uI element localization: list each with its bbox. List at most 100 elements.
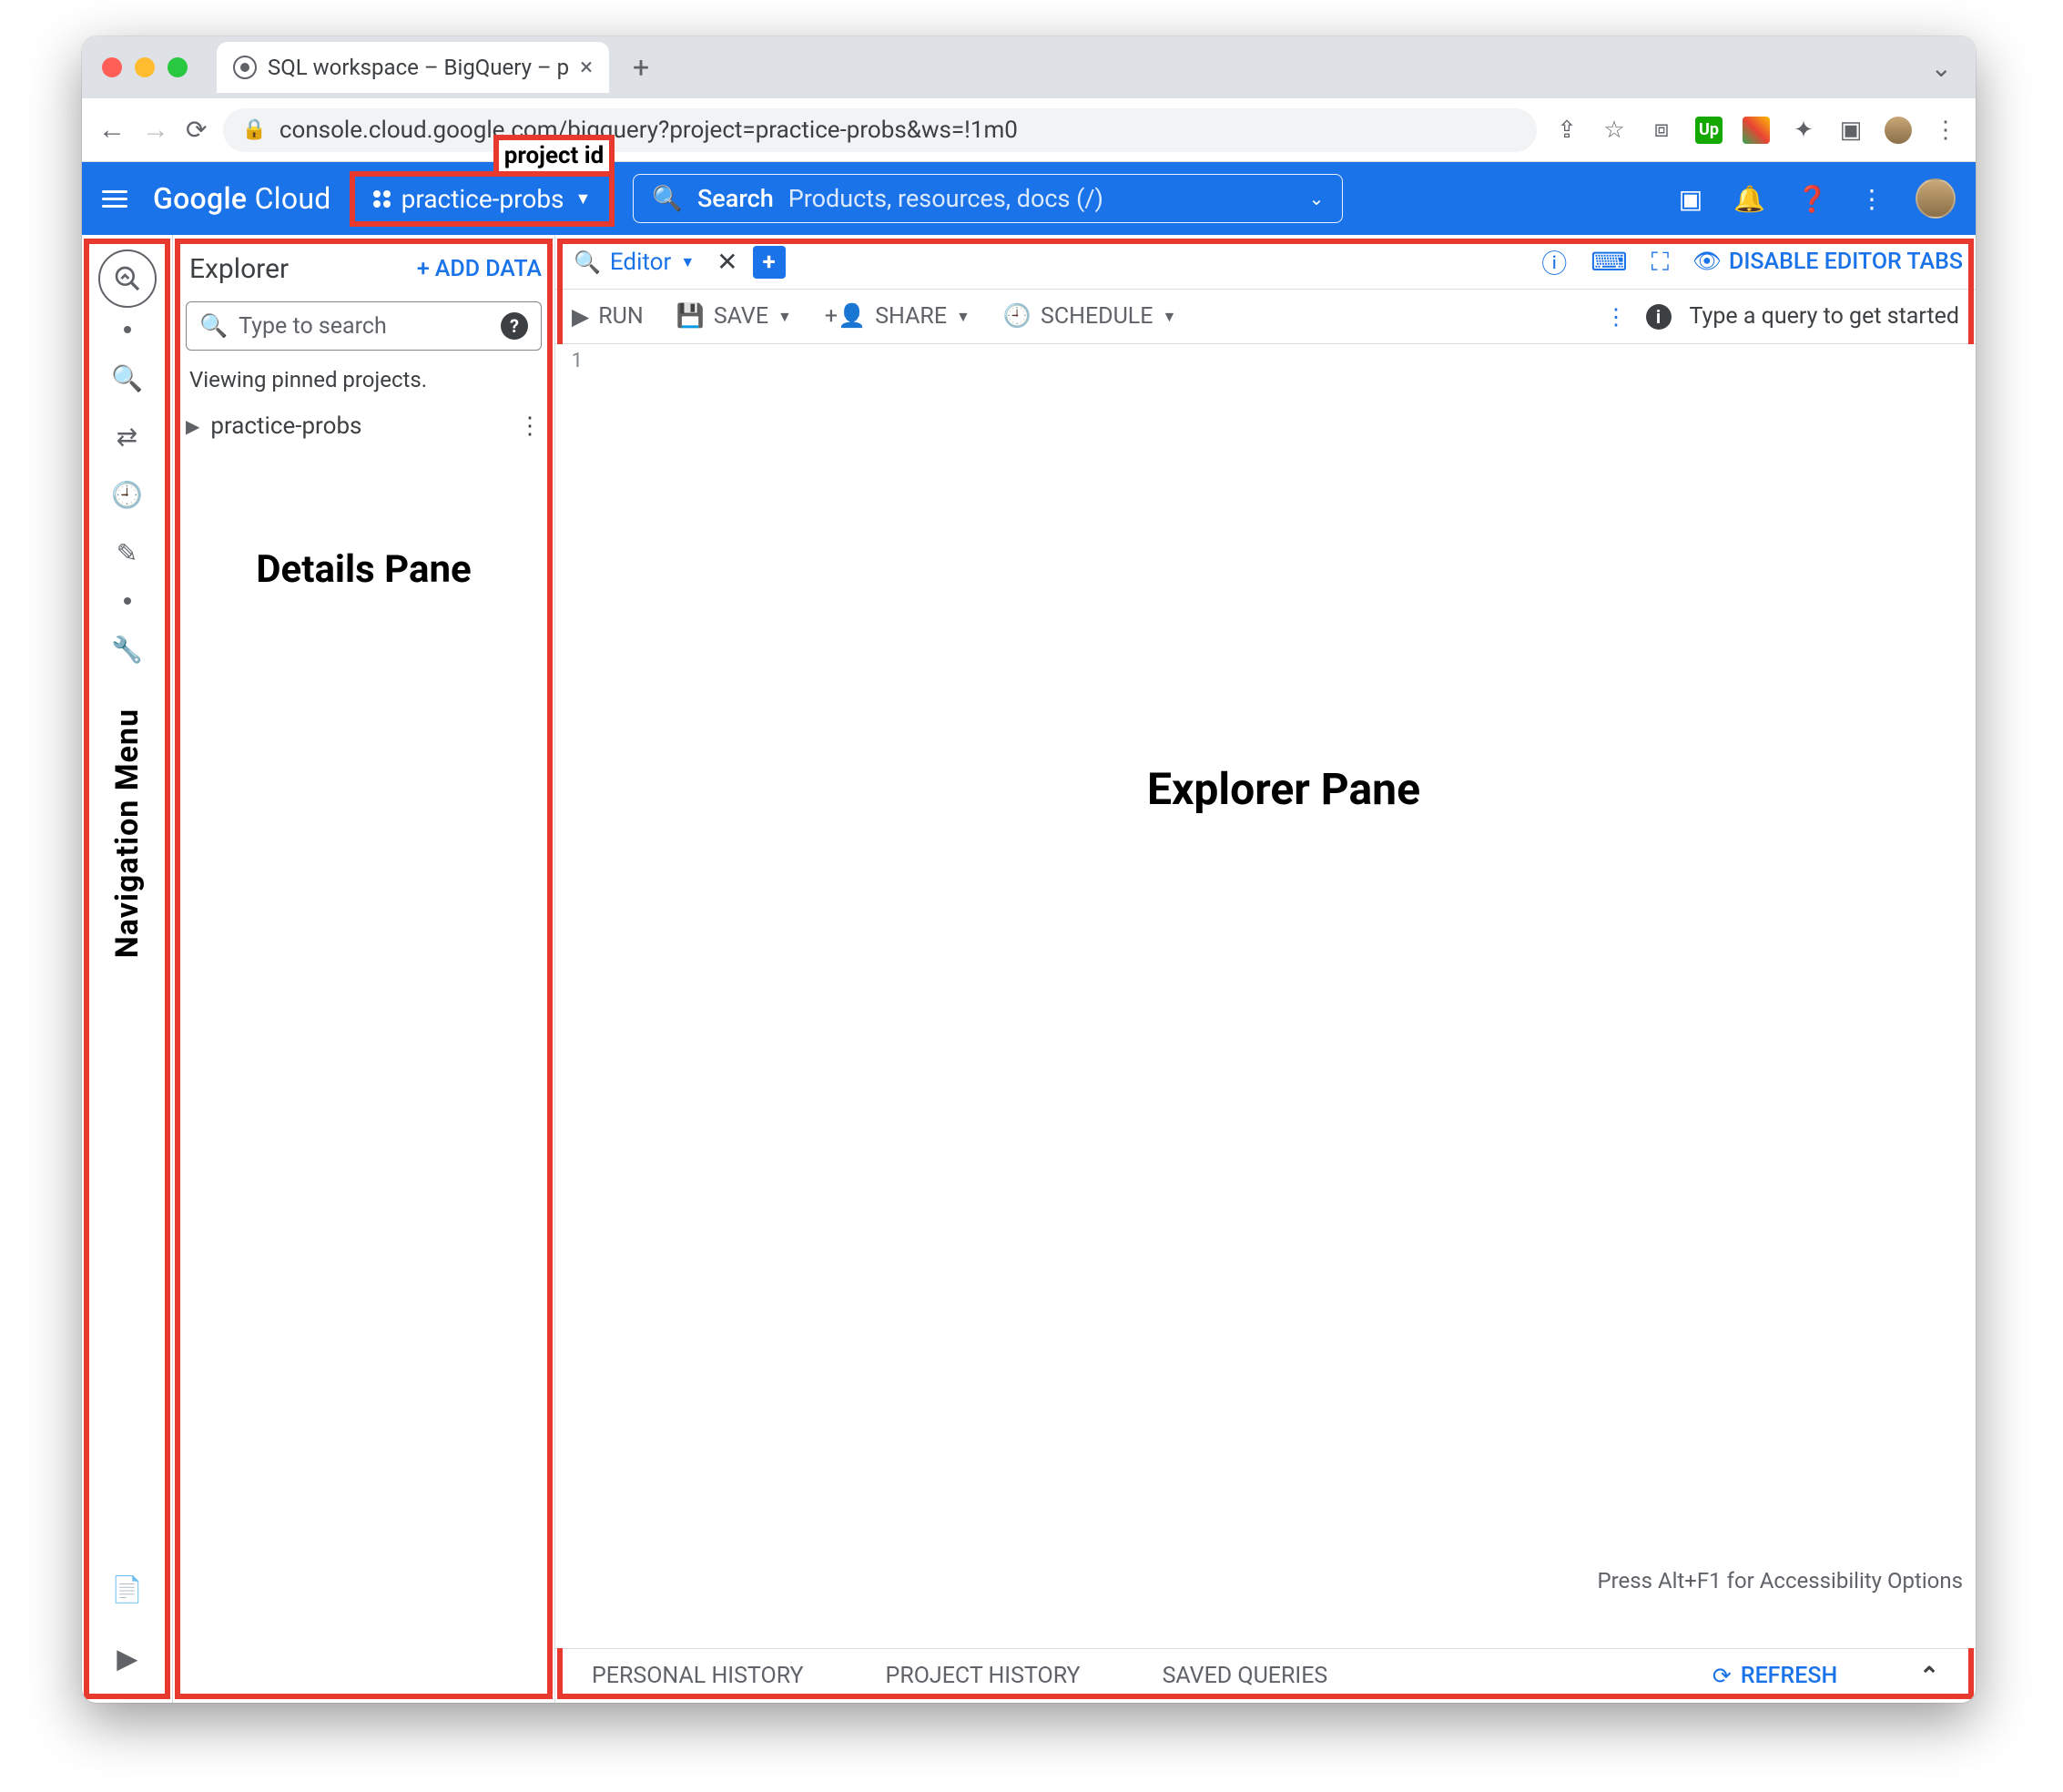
project-history-tab[interactable]: PROJECT HISTORY — [886, 1663, 1081, 1689]
explorer-panel: Explorer + ADD DATA 🔍 Type to search ? V… — [173, 235, 555, 1703]
editor-tab-label: Editor — [610, 249, 671, 276]
tab-strip: SQL workspace – BigQuery – p × + ⌄ — [82, 36, 1976, 98]
maximize-window-icon[interactable] — [168, 57, 188, 77]
save-button[interactable]: 💾 SAVE ▼ — [676, 303, 792, 330]
line-number: 1 — [555, 350, 583, 372]
keyboard-icon[interactable]: ⌨ — [1590, 247, 1627, 277]
nav-analytics-hub[interactable]: ✎ — [101, 526, 154, 579]
fullscreen-icon[interactable]: ⛶ — [1651, 247, 1670, 278]
run-button[interactable]: ▶ RUN — [572, 303, 644, 331]
project-selector[interactable]: project id practice-probs ▼ — [357, 177, 608, 221]
accessibility-hint: Press Alt+F1 for Accessibility Options — [1597, 1568, 1963, 1593]
new-tab-button[interactable]: + — [620, 50, 662, 85]
share-icon[interactable]: ⇪ — [1553, 117, 1580, 144]
help-icon[interactable]: ❓ — [1796, 184, 1828, 214]
cloud-header: Google Cloud project id practice-probs ▼… — [82, 162, 1976, 235]
more-icon[interactable]: ⋮ — [1605, 303, 1628, 331]
nav-data-transfers[interactable]: ⇄ — [101, 410, 154, 463]
reload-button[interactable]: ⟳ — [186, 115, 207, 145]
nav-sql-workspace[interactable]: 🔍 — [101, 351, 154, 404]
search-icon: 🔍 — [199, 313, 228, 340]
account-avatar[interactable] — [1916, 178, 1956, 219]
row-menu-icon[interactable]: ⋮ — [518, 412, 542, 440]
new-tab-button[interactable]: + — [753, 246, 786, 279]
query-info-icon[interactable]: ⓘ — [1541, 244, 1567, 280]
explorer-viewing-note: Viewing pinned projects. — [173, 361, 554, 405]
tab-title: SQL workspace – BigQuery – p — [268, 55, 569, 80]
search-dropdown-icon: ⌄ — [1309, 188, 1325, 209]
explorer-highlight-box — [175, 239, 553, 1699]
explorer-title: Explorer — [189, 253, 289, 285]
play-icon: ▶ — [572, 303, 589, 331]
nav-rail: 🔍 ⇄ 🕘 ✎ 🔧 Navigation Menu 📄 ▶ — [82, 235, 173, 1703]
dropdown-icon: ▼ — [956, 308, 971, 326]
tab-dropdown-icon[interactable]: ▼ — [680, 253, 695, 271]
minimize-window-icon[interactable] — [135, 57, 155, 77]
nav-expand-icon[interactable]: ▶ — [101, 1632, 154, 1685]
nav-separator-dot-2 — [124, 597, 131, 605]
search-placeholder: Type to search — [239, 313, 490, 340]
bigquery-icon[interactable] — [98, 249, 157, 308]
search-help-icon[interactable]: ? — [501, 312, 528, 340]
cloud-search[interactable]: 🔍 Search Products, resources, docs (/) ⌄ — [633, 174, 1343, 223]
upwork-ext-icon[interactable]: Up — [1695, 117, 1723, 144]
bookmark-icon[interactable]: ☆ — [1601, 117, 1628, 144]
personal-history-tab[interactable]: PERSONAL HISTORY — [592, 1663, 804, 1689]
add-data-button[interactable]: + ADD DATA — [417, 256, 542, 282]
query-hint: Type a query to get started — [1690, 303, 1960, 330]
explorer-search[interactable]: 🔍 Type to search ? — [186, 301, 542, 351]
editor-panel: 🔍 Editor ▼ ✕ + ⓘ ⌨ ⛶ 👁 DISABLE EDITOR TA… — [555, 235, 1976, 1703]
window-controls — [102, 57, 188, 77]
editor-body: 1 Explorer Pane Press Alt+F1 for Accessi… — [555, 344, 1976, 1648]
profile-avatar[interactable] — [1885, 117, 1912, 144]
line-gutter: 1 — [555, 344, 592, 1648]
details-pane-annotation: Details Pane — [173, 547, 554, 592]
notifications-icon[interactable]: 🔔 — [1733, 184, 1765, 214]
nav-admin-icon[interactable]: 🔧 — [101, 623, 154, 676]
run-label: RUN — [598, 303, 643, 330]
ext-colored-icon[interactable] — [1743, 117, 1770, 144]
logo-word-google: Google — [153, 181, 247, 216]
add-data-label: ADD DATA — [435, 256, 542, 282]
tabs-overflow-icon[interactable]: ⌄ — [1931, 53, 1952, 83]
tab-close-icon[interactable]: ✕ — [716, 247, 737, 277]
browser-menu-icon[interactable]: ⋮ — [1932, 117, 1959, 144]
nav-release-notes[interactable]: 📄 — [101, 1563, 154, 1615]
project-icon — [373, 190, 391, 208]
search-label: Search — [697, 184, 774, 213]
forward-button: → — [142, 114, 169, 146]
hide-icon: 👁 — [1692, 249, 1722, 275]
more-menu-icon[interactable]: ⋮ — [1859, 184, 1885, 214]
browser-window: SQL workspace – BigQuery – p × + ⌄ ← → ⟳… — [82, 36, 1976, 1703]
expand-icon[interactable]: ▶ — [186, 415, 199, 437]
saved-queries-tab[interactable]: SAVED QUERIES — [1163, 1663, 1328, 1689]
editor-canvas[interactable]: Explorer Pane Press Alt+F1 for Accessibi… — [592, 344, 1976, 1648]
schedule-button[interactable]: 🕘 SCHEDULE ▼ — [1003, 303, 1176, 330]
plus-icon: + — [417, 256, 430, 282]
share-button[interactable]: +👤 SHARE ▼ — [825, 303, 971, 330]
refresh-button[interactable]: ⟳ REFRESH — [1712, 1663, 1837, 1690]
panel-icon[interactable]: ▣ — [1837, 117, 1865, 144]
disable-editor-tabs-button[interactable]: 👁 DISABLE EDITOR TABS — [1692, 249, 1963, 275]
back-button[interactable]: ← — [98, 114, 126, 146]
nav-menu-button[interactable] — [102, 190, 127, 208]
dropbox-ext-icon[interactable]: ⧈ — [1648, 117, 1675, 144]
refresh-label: REFRESH — [1741, 1663, 1837, 1689]
dropdown-icon: ▼ — [575, 189, 592, 209]
nav-separator-dot — [124, 326, 131, 333]
editor-tab[interactable]: 🔍 Editor ▼ — [568, 249, 700, 276]
search-icon: 🔍 — [652, 184, 683, 213]
browser-actions: ⇪ ☆ ⧈ Up ✦ ▣ ⋮ — [1553, 117, 1959, 144]
browser-tab[interactable]: SQL workspace – BigQuery – p × — [217, 42, 609, 93]
tab-close-icon[interactable]: × — [580, 54, 593, 81]
editor-tab-bar: 🔍 Editor ▼ ✕ + ⓘ ⌨ ⛶ 👁 DISABLE EDITOR TA… — [555, 235, 1976, 290]
extensions-icon[interactable]: ✦ — [1790, 117, 1817, 144]
address-bar[interactable]: 🔒 console.cloud.google.com/bigquery?proj… — [223, 108, 1537, 152]
cloud-shell-icon[interactable]: ▣ — [1679, 184, 1702, 214]
close-window-icon[interactable] — [102, 57, 122, 77]
expand-up-icon[interactable]: ⌃ — [1919, 1663, 1939, 1690]
google-cloud-logo[interactable]: Google Cloud — [153, 181, 331, 216]
save-label: SAVE — [714, 303, 768, 330]
nav-scheduled-queries[interactable]: 🕘 — [101, 468, 154, 521]
project-tree-row[interactable]: ▶ practice-probs ⋮ — [173, 405, 554, 447]
